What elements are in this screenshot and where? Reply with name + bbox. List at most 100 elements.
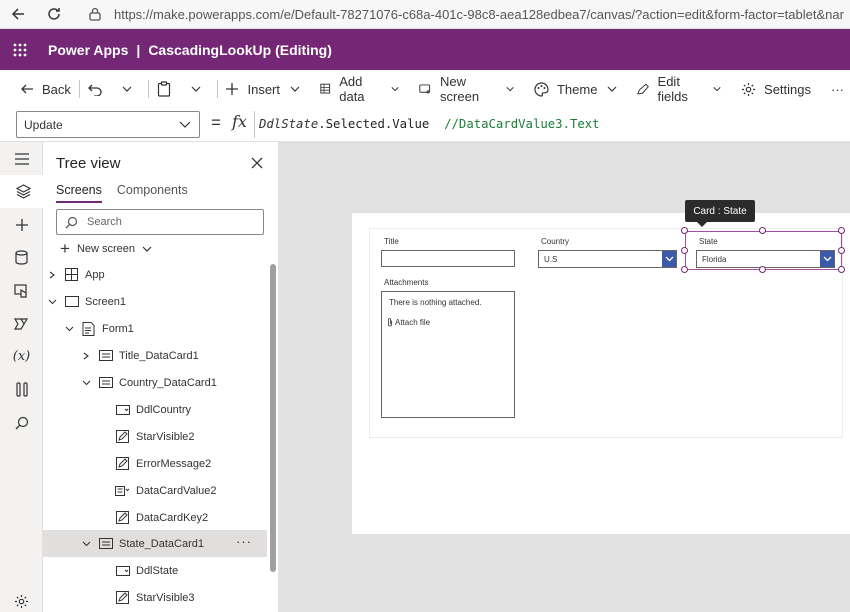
resize-handle[interactable] bbox=[759, 266, 766, 273]
tree-node-country-datacard[interactable]: Country_DataCard1 bbox=[79, 369, 267, 396]
tree-node-form1[interactable]: Form1 bbox=[62, 315, 267, 342]
attachments-empty-text: There is nothing attached. bbox=[389, 298, 482, 307]
gear-icon[interactable] bbox=[0, 585, 43, 612]
label-edit-icon bbox=[115, 456, 130, 471]
edit-fields-label: Edit fields bbox=[657, 74, 688, 104]
attach-file-label: Attach file bbox=[395, 318, 431, 327]
close-icon[interactable] bbox=[249, 155, 265, 171]
title-field-label: Title bbox=[384, 237, 399, 246]
tree-node-datacardvalue2[interactable]: DataCardValue2 bbox=[115, 477, 267, 504]
screen-add-icon bbox=[419, 84, 431, 94]
plus-icon: + bbox=[60, 239, 70, 258]
chevron-down-icon bbox=[191, 86, 201, 92]
tree-node-app[interactable]: App bbox=[45, 261, 267, 288]
chevron-down-icon[interactable] bbox=[79, 540, 93, 548]
power-automate-icon[interactable] bbox=[0, 307, 43, 340]
add-data-button[interactable]: Add data bbox=[314, 70, 413, 108]
paste-chevron[interactable] bbox=[185, 70, 215, 108]
fx-icon[interactable]: fx bbox=[232, 112, 247, 131]
formula-input[interactable]: DdlState.Selected.Value //DataCardValue3… bbox=[254, 111, 850, 138]
media-icon[interactable] bbox=[0, 274, 43, 307]
attach-file-link[interactable]: Attach file bbox=[387, 318, 430, 327]
tab-components[interactable]: Components bbox=[117, 183, 188, 203]
app-launcher-icon[interactable] bbox=[0, 29, 40, 70]
insert-button[interactable]: Insert bbox=[219, 70, 314, 108]
chevron-down-icon bbox=[506, 87, 514, 92]
lock-icon[interactable] bbox=[88, 7, 102, 21]
resize-handle[interactable] bbox=[681, 266, 688, 273]
resize-handle[interactable] bbox=[838, 247, 845, 254]
address-bar[interactable]: https://make.powerapps.com/e/Default-782… bbox=[114, 7, 844, 22]
resize-handle[interactable] bbox=[838, 266, 845, 273]
chevron-down-icon[interactable] bbox=[62, 325, 76, 333]
new-screen-button[interactable]: New screen bbox=[413, 70, 528, 108]
back-icon bbox=[21, 84, 33, 94]
undo-chevron[interactable] bbox=[116, 70, 146, 108]
resize-handle[interactable] bbox=[681, 227, 688, 234]
browser-toolbar: https://make.powerapps.com/e/Default-782… bbox=[0, 0, 850, 29]
new-screen-tree-button[interactable]: + New screen bbox=[60, 239, 152, 259]
chevron-down-icon[interactable] bbox=[79, 379, 93, 387]
tree-node-ddlcountry[interactable]: DdlCountry bbox=[115, 396, 267, 423]
search-placeholder: Search bbox=[87, 216, 122, 228]
selection-box[interactable] bbox=[685, 231, 842, 270]
variables-icon[interactable]: (x) bbox=[0, 340, 43, 373]
card-tooltip: Card : State bbox=[685, 200, 755, 227]
tree-scrollbar[interactable] bbox=[270, 264, 276, 572]
back-arrow-icon[interactable] bbox=[0, 0, 36, 29]
chevron-right-icon[interactable] bbox=[45, 271, 59, 279]
tree-node-ddlstate[interactable]: DdlState bbox=[115, 557, 267, 584]
title-input[interactable] bbox=[381, 250, 515, 267]
more-commands-button[interactable]: ··· bbox=[825, 70, 850, 108]
plus-icon bbox=[226, 83, 239, 95]
tree-node-starvisible2[interactable]: StarVisible2 bbox=[115, 423, 267, 450]
tab-screens[interactable]: Screens bbox=[56, 183, 102, 203]
tree-node-datacardkey2[interactable]: DataCardKey2 bbox=[115, 504, 267, 531]
resize-handle[interactable] bbox=[759, 227, 766, 234]
edit-fields-button[interactable]: Edit fields bbox=[631, 70, 735, 108]
chevron-down-icon[interactable] bbox=[662, 251, 676, 267]
tools-icon[interactable] bbox=[0, 373, 43, 406]
resize-handle[interactable] bbox=[838, 227, 845, 234]
tree-node-screen1[interactable]: Screen1 bbox=[45, 288, 267, 315]
theme-button[interactable]: Theme bbox=[528, 70, 631, 108]
brand-name[interactable]: Power Apps bbox=[48, 42, 128, 58]
country-dropdown[interactable]: U.S bbox=[538, 250, 677, 268]
palette-icon bbox=[534, 81, 549, 97]
label-edit-icon bbox=[115, 429, 130, 444]
attachments-box[interactable]: There is nothing attached. Attach file bbox=[381, 291, 515, 418]
tree-node-label: DdlState bbox=[136, 564, 179, 577]
chevron-right-icon[interactable] bbox=[79, 352, 93, 360]
chevron-down-icon bbox=[290, 86, 300, 92]
resize-handle[interactable] bbox=[681, 247, 688, 254]
undo-button[interactable] bbox=[82, 70, 116, 108]
property-dropdown[interactable]: Update bbox=[16, 111, 200, 138]
tree-view-panel: Tree view Screens Components Search + Ne… bbox=[43, 142, 279, 612]
node-more-options[interactable]: ··· bbox=[236, 530, 252, 557]
tree-search-input[interactable]: Search bbox=[56, 209, 264, 235]
data-icon[interactable] bbox=[0, 241, 43, 274]
app-header: Power Apps | CascadingLookUp (Editing) bbox=[0, 29, 850, 70]
tree-node-errormessage2[interactable]: ErrorMessage2 bbox=[115, 450, 267, 477]
paste-button[interactable] bbox=[151, 70, 185, 108]
theme-label: Theme bbox=[556, 81, 598, 97]
command-bar: Back Insert Add data New screen Theme Ed… bbox=[0, 70, 850, 108]
tree-node-state-datacard[interactable]: State_DataCard1 ··· bbox=[43, 530, 267, 557]
search-icon[interactable] bbox=[0, 406, 43, 439]
hamburger-icon[interactable] bbox=[0, 142, 43, 175]
tree-node-label: StarVisible2 bbox=[136, 430, 195, 443]
refresh-icon[interactable] bbox=[36, 0, 72, 29]
card-icon bbox=[98, 375, 113, 390]
tree-node-starvisible3[interactable]: StarVisible3 bbox=[115, 584, 267, 611]
settings-button[interactable]: Settings bbox=[735, 70, 817, 108]
dropdown-control-icon bbox=[115, 402, 130, 417]
tree-node-title-datacard[interactable]: Title_DataCard1 bbox=[79, 342, 267, 369]
back-button[interactable]: Back bbox=[14, 70, 77, 108]
chevron-down-icon bbox=[179, 121, 191, 128]
tree-view-icon[interactable] bbox=[0, 175, 43, 208]
country-field-label: Country bbox=[541, 237, 570, 246]
property-value: Update bbox=[24, 117, 63, 132]
tree-node-label: DdlCountry bbox=[136, 403, 192, 416]
chevron-down-icon[interactable] bbox=[45, 298, 59, 306]
insert-plus-icon[interactable] bbox=[0, 208, 43, 241]
